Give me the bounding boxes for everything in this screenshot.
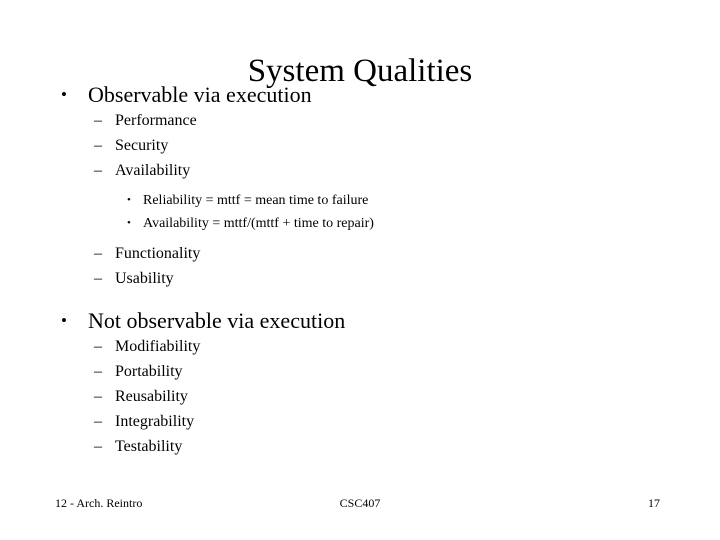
footer-course-label: CSC407 bbox=[339, 496, 381, 510]
bullet-level2-integrability: – Integrability bbox=[0, 409, 720, 434]
bullet-dash-icon: – bbox=[94, 338, 102, 355]
bullet-dash-icon: – bbox=[94, 162, 102, 179]
bullet-dash-icon: – bbox=[94, 438, 102, 455]
bullet-text: Integrability bbox=[115, 413, 195, 430]
bullet-dash-icon: – bbox=[94, 270, 102, 287]
bullet-level2-availability: – Availability bbox=[0, 158, 720, 183]
bullet-text: Portability bbox=[115, 363, 183, 380]
bullet-level3-availability-formula: • Availability = mttf/(mttf + time to re… bbox=[0, 212, 720, 235]
bullet-dash-icon: – bbox=[94, 388, 102, 405]
bullet-dash-icon: – bbox=[94, 112, 102, 129]
bullet-level2-functionality: – Functionality bbox=[0, 241, 720, 266]
bullet-level2-usability: – Usability bbox=[0, 266, 720, 291]
bullet-list: • Observable via execution – Performance… bbox=[0, 82, 720, 459]
bullet-dash-icon: – bbox=[94, 137, 102, 154]
bullet-level2-reusability: – Reusability bbox=[0, 384, 720, 409]
bullet-text: Functionality bbox=[115, 245, 201, 262]
bullet-dash-icon: – bbox=[94, 363, 102, 380]
bullet-dash-icon: – bbox=[94, 245, 102, 262]
slide-body: • Observable via execution – Performance… bbox=[0, 82, 720, 459]
bullet-text: Observable via execution bbox=[88, 82, 312, 107]
bullet-level2-security: – Security bbox=[0, 133, 720, 158]
bullet-dash-icon: – bbox=[94, 413, 102, 430]
slide: System Qualities • Observable via execut… bbox=[0, 0, 720, 540]
bullet-text: Performance bbox=[115, 112, 197, 129]
bullet-level2-portability: – Portability bbox=[0, 359, 720, 384]
bullet-text: Modifiability bbox=[115, 338, 201, 355]
bullet-dot-icon: • bbox=[61, 85, 67, 104]
bullet-level2-testability: – Testability bbox=[0, 434, 720, 459]
bullet-text: Security bbox=[115, 137, 169, 154]
bullet-level1-observable: • Observable via execution bbox=[0, 82, 720, 108]
bullet-dot-icon: • bbox=[127, 194, 131, 206]
slide-footer: 12 - Arch. Reintro CSC407 17 bbox=[0, 494, 720, 514]
bullet-text: Testability bbox=[115, 438, 183, 455]
bullet-level1-not-observable: • Not observable via execution bbox=[0, 308, 720, 334]
bullet-text: Reusability bbox=[115, 388, 188, 405]
bullet-level2-modifiability: – Modifiability bbox=[0, 334, 720, 359]
bullet-text: Reliability = mttf = mean time to failur… bbox=[143, 193, 369, 208]
bullet-text: Not observable via execution bbox=[88, 308, 346, 333]
footer-page-number: 17 bbox=[648, 496, 660, 510]
bullet-text: Availability = mttf/(mttf + time to repa… bbox=[143, 216, 374, 231]
bullet-dot-icon: • bbox=[127, 217, 131, 229]
bullet-dot-icon: • bbox=[61, 311, 67, 330]
bullet-text: Availability bbox=[115, 162, 191, 179]
bullet-text: Usability bbox=[115, 270, 174, 287]
bullet-level3-reliability-formula: • Reliability = mttf = mean time to fail… bbox=[0, 189, 720, 212]
bullet-level2-performance: – Performance bbox=[0, 108, 720, 133]
